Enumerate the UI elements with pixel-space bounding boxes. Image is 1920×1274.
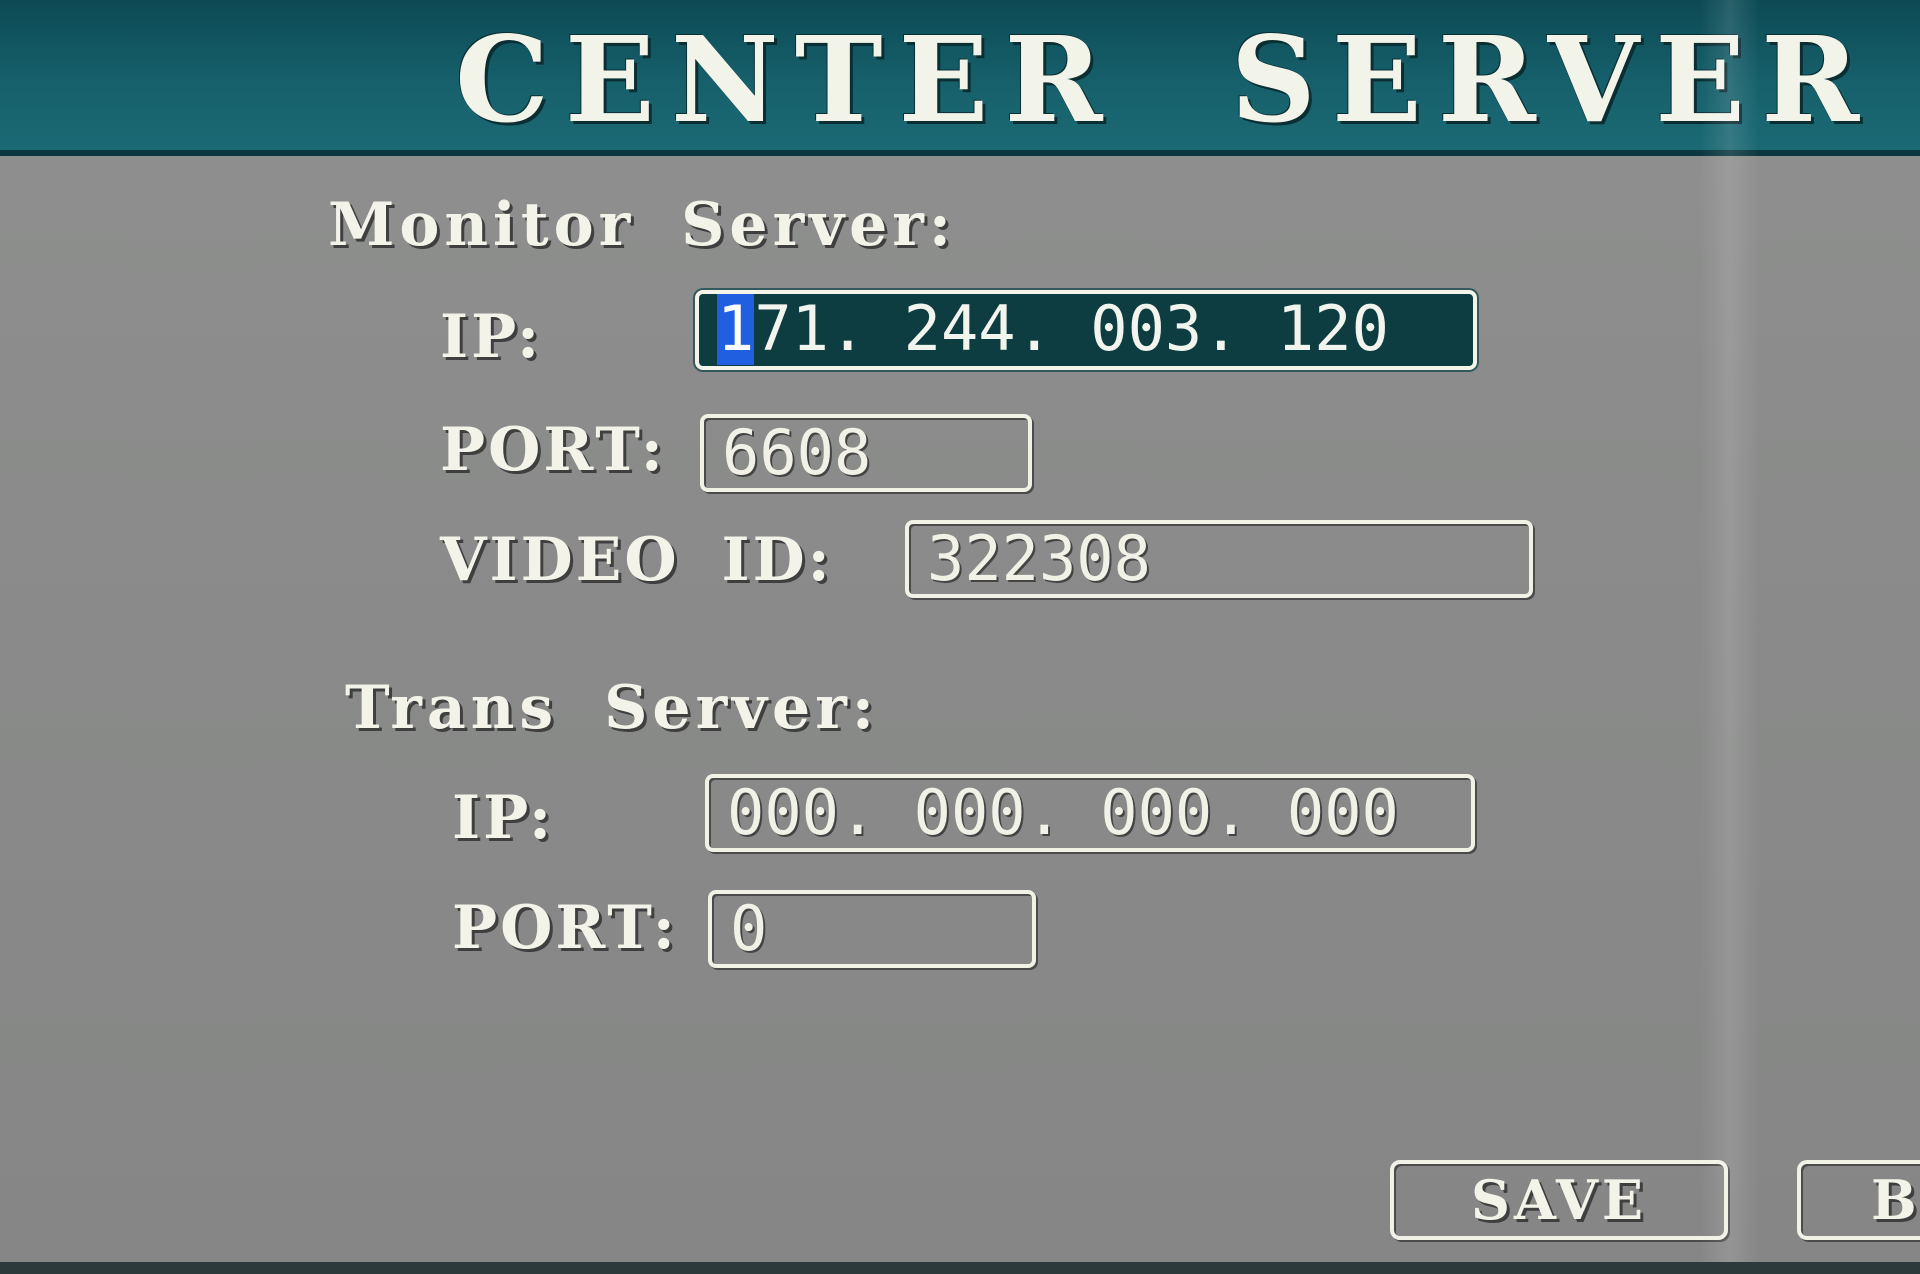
trans-port-input[interactable]: 0	[708, 890, 1036, 968]
monitor-server-heading: Monitor Server:	[328, 190, 956, 260]
monitor-ip-value: 71. 244. 003. 120	[754, 292, 1389, 365]
video-id-label: VIDEO ID:	[440, 525, 833, 595]
monitor-port-input[interactable]: 6608	[700, 414, 1032, 492]
center-server-screen: CENTER SERVER Monitor Server: IP: 171. 2…	[0, 0, 1920, 1274]
trans-ip-label: IP:	[452, 783, 555, 853]
title-bar: CENTER SERVER	[0, 0, 1920, 156]
trans-server-heading: Trans Server:	[345, 673, 879, 743]
bottom-bar	[0, 1262, 1920, 1274]
video-id-input[interactable]: 322308	[905, 520, 1533, 598]
text-cursor: 1	[717, 292, 755, 365]
back-button[interactable]: B	[1797, 1160, 1920, 1240]
trans-port-label: PORT:	[452, 893, 678, 963]
monitor-port-label: PORT:	[440, 415, 666, 485]
monitor-ip-input[interactable]: 171. 244. 003. 120	[695, 290, 1477, 370]
screen-glare	[1700, 0, 1760, 1274]
monitor-ip-label: IP:	[440, 302, 543, 372]
save-button[interactable]: SAVE	[1390, 1160, 1728, 1240]
trans-ip-input[interactable]: 000. 000. 000. 000	[705, 774, 1475, 852]
page-title: CENTER SERVER	[455, 10, 1876, 149]
